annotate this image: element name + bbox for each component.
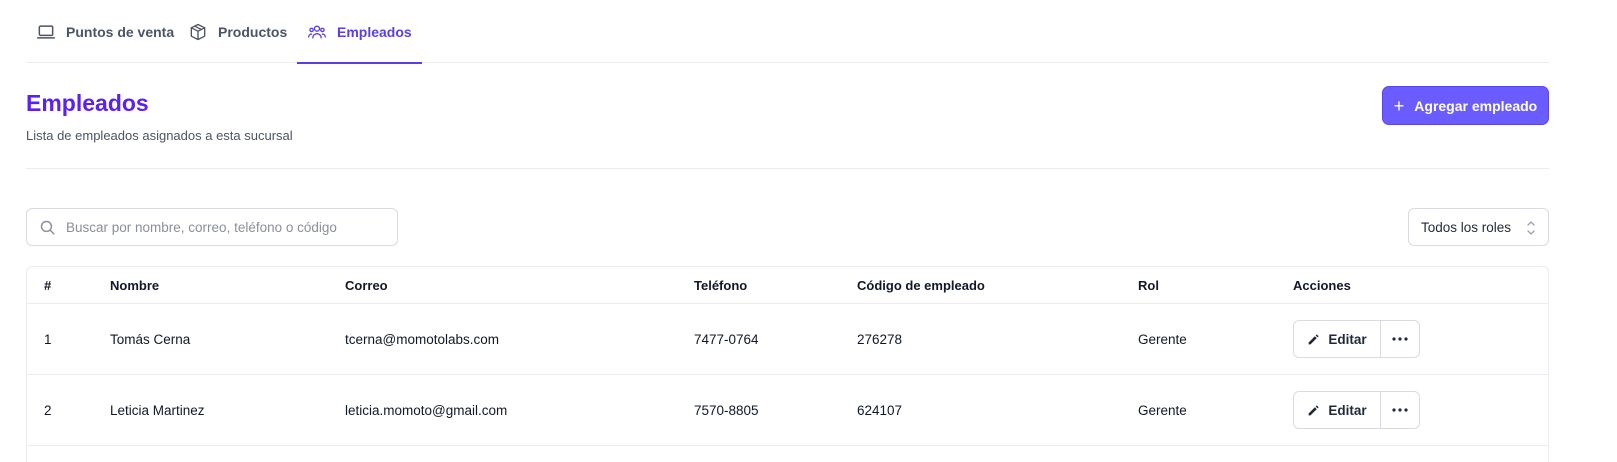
search-icon bbox=[40, 220, 55, 235]
table-row: 1 Tomás Cerna tcerna@momotolabs.com 7477… bbox=[27, 304, 1548, 375]
add-employee-label: Agregar empleado bbox=[1414, 97, 1538, 114]
employee-email: tcerna@momotolabs.com bbox=[345, 331, 500, 347]
employee-code: 624107 bbox=[857, 402, 903, 418]
tab-puntos-de-venta[interactable]: Puntos de venta bbox=[26, 0, 184, 63]
chevron-up-down-icon bbox=[1527, 221, 1535, 235]
employee-email: leticia.momoto@gmail.com bbox=[345, 402, 508, 418]
table-header: # Nombre Correo Teléfono Código de emple… bbox=[27, 267, 1548, 304]
search-input[interactable] bbox=[66, 219, 386, 235]
column-header: Correo bbox=[345, 277, 388, 293]
employee-name: Leticia Martinez bbox=[110, 402, 205, 418]
employee-phone: 7477-0764 bbox=[694, 331, 759, 347]
employee-role: Gerente bbox=[1138, 402, 1187, 418]
tab-label: Puntos de venta bbox=[66, 23, 175, 40]
employees-table: # Nombre Correo Teléfono Código de emple… bbox=[26, 266, 1549, 462]
table-row: 2 Leticia Martinez leticia.momoto@gmail.… bbox=[27, 375, 1548, 446]
tab-label: Empleados bbox=[337, 23, 412, 40]
employee-code: 276278 bbox=[857, 331, 903, 347]
edit-button[interactable]: Editar bbox=[1294, 321, 1381, 357]
tab-label: Productos bbox=[218, 23, 288, 40]
column-header: Teléfono bbox=[694, 277, 748, 293]
more-options-button[interactable] bbox=[1381, 321, 1419, 357]
column-header: Nombre bbox=[110, 277, 160, 293]
row-actions: Editar bbox=[1293, 304, 1420, 374]
tab-empleados[interactable]: Empleados bbox=[297, 0, 422, 64]
column-header: Acciones bbox=[1293, 277, 1351, 293]
edit-button[interactable]: Editar bbox=[1294, 392, 1381, 428]
column-header: Código de empleado bbox=[857, 277, 985, 293]
edit-label: Editar bbox=[1328, 402, 1367, 418]
action-group: Editar bbox=[1293, 320, 1420, 358]
divider bbox=[26, 168, 1549, 169]
edit-label: Editar bbox=[1328, 331, 1367, 347]
ellipsis-icon bbox=[1392, 337, 1408, 341]
tab-bar: Puntos de venta Productos Empleados bbox=[26, 0, 1549, 64]
search-box[interactable] bbox=[26, 208, 398, 246]
column-header: # bbox=[44, 277, 52, 293]
role-filter-value: Todos los roles bbox=[1421, 219, 1512, 235]
row-number: 2 bbox=[44, 402, 52, 418]
more-options-button[interactable] bbox=[1381, 392, 1419, 428]
laptop-icon bbox=[36, 24, 56, 39]
employee-phone: 7570-8805 bbox=[694, 402, 759, 418]
column-header: Rol bbox=[1138, 277, 1159, 293]
tab-productos[interactable]: Productos bbox=[178, 0, 297, 63]
employee-name: Tomás Cerna bbox=[110, 331, 191, 347]
action-group: Editar bbox=[1293, 391, 1420, 429]
page-title: Empleados bbox=[26, 90, 149, 116]
add-employee-button[interactable]: + Agregar empleado bbox=[1382, 86, 1549, 125]
pencil-icon bbox=[1308, 333, 1320, 344]
employee-role: Gerente bbox=[1138, 331, 1187, 347]
page-subtitle: Lista de empleados asignados a esta sucu… bbox=[26, 128, 293, 143]
plus-icon: + bbox=[1393, 95, 1405, 116]
role-filter-select[interactable]: Todos los roles bbox=[1408, 208, 1549, 246]
box-icon bbox=[190, 23, 206, 40]
users-icon bbox=[308, 25, 326, 38]
pencil-icon bbox=[1308, 404, 1320, 415]
row-number: 1 bbox=[44, 331, 52, 347]
row-actions: Editar bbox=[1293, 375, 1420, 445]
ellipsis-icon bbox=[1392, 408, 1408, 412]
